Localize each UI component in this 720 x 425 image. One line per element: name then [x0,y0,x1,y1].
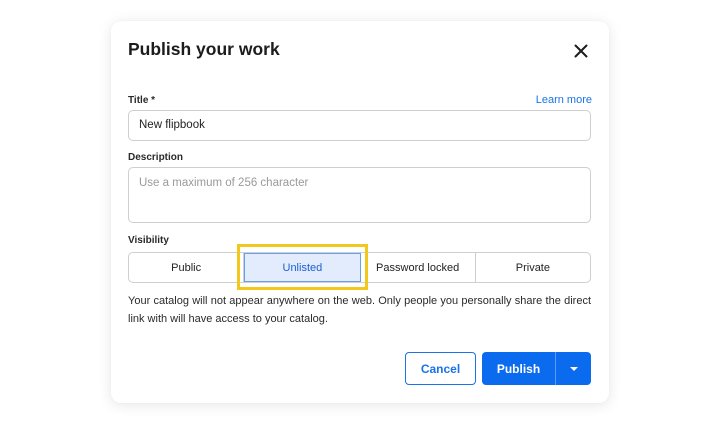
close-button[interactable] [569,39,593,63]
visibility-help-text: Your catalog will not appear anywhere on… [128,295,591,325]
visibility-segmented-control: Public Unlisted Password locked Private [128,252,591,283]
close-icon [574,44,588,58]
visibility-label: Visibility [128,235,169,246]
dialog-title: Publish your work [128,39,280,59]
title-input[interactable]: New flipbook [128,110,591,141]
description-input[interactable]: Use a maximum of 256 character [128,167,591,223]
visibility-option-unlisted[interactable]: Unlisted [244,253,361,282]
title-label: Title * [128,95,156,106]
publish-split-button: Publish [482,352,591,385]
publish-options-button[interactable] [556,352,591,385]
learn-more-link[interactable]: Learn more [536,94,592,106]
visibility-option-password-locked[interactable]: Password locked [361,253,476,282]
visibility-option-public[interactable]: Public [129,253,245,282]
visibility-option-private[interactable]: Private [476,253,590,282]
title-input-value: New flipbook [139,119,205,131]
description-label: Description [128,152,184,163]
publish-dialog: Publish your work Title * Learn more New… [111,21,609,403]
caret-down-icon [569,366,578,371]
cancel-button[interactable]: Cancel [405,352,476,385]
description-placeholder: Use a maximum of 256 character [139,177,309,189]
publish-button[interactable]: Publish [482,352,555,385]
